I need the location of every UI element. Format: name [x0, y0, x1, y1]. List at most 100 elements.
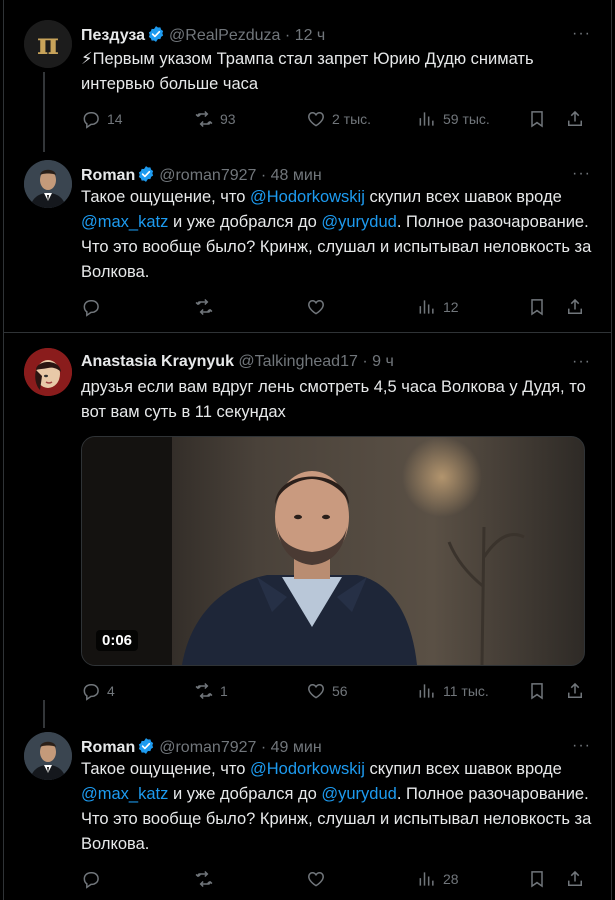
reply-count: 14 [107, 111, 123, 127]
mention-link[interactable]: @Hodorkowskij [250, 760, 365, 778]
tweet-actions: 4 1 56 11 тыс. [81, 681, 597, 703]
more-options-icon[interactable]: ··· [572, 165, 591, 183]
avatar-pezduza[interactable]: п [24, 20, 72, 68]
author-name[interactable]: Roman [81, 167, 135, 184]
retweet-count: 93 [220, 111, 236, 127]
retweet-icon [195, 110, 213, 128]
author-name[interactable]: Roman [81, 739, 135, 756]
views-icon [419, 683, 434, 699]
bookmark-icon [531, 299, 543, 315]
author-handle[interactable]: @roman7927 [159, 167, 256, 184]
views-icon [419, 111, 434, 127]
tweet-time[interactable]: 49 мин [271, 739, 322, 756]
reply-button[interactable] [81, 869, 101, 889]
reply-icon [83, 684, 99, 701]
mention-link[interactable]: @yurydud [321, 213, 396, 231]
tweet-time[interactable]: 9 ч [372, 353, 394, 370]
text-segment: скупил всех шавок вроде [364, 760, 562, 778]
tweet-time[interactable]: 48 мин [271, 167, 322, 184]
views-button[interactable]: 11 тыс. [417, 681, 489, 701]
retweet-button[interactable] [194, 869, 214, 889]
tweet-header: Roman @roman7927 · 49 мин ··· [81, 737, 601, 757]
verified-badge-icon [138, 737, 155, 755]
share-button[interactable] [565, 681, 585, 701]
retweet-button[interactable]: 1 [194, 681, 228, 701]
more-options-icon[interactable]: ··· [572, 737, 591, 755]
like-button[interactable]: 56 [306, 681, 348, 701]
author-handle[interactable]: @roman7927 [159, 739, 256, 756]
separator-dot: · [284, 27, 291, 44]
bookmark-button[interactable] [527, 681, 547, 701]
share-icon [568, 683, 582, 698]
roman-avatar-icon [24, 732, 72, 780]
text-segment: и уже добрался до [168, 785, 322, 803]
share-icon [568, 871, 582, 886]
timeline-right-border [611, 0, 612, 900]
bookmark-button[interactable] [527, 869, 547, 889]
text-segment: Такое ощущение, что [81, 188, 251, 206]
mention-link[interactable]: @max_katz [81, 785, 168, 803]
bookmark-button[interactable] [527, 109, 547, 129]
author-name[interactable]: Anastasia Kraynyuk [81, 353, 234, 370]
tweet-actions: 28 [81, 869, 597, 891]
retweet-icon [195, 298, 213, 316]
avatar-roman[interactable] [24, 732, 72, 780]
bookmark-button[interactable] [527, 297, 547, 317]
like-icon [308, 300, 324, 315]
tweet-text: друзья если вам вдруг лень смотреть 4,5 … [81, 378, 586, 421]
retweet-button[interactable] [194, 297, 214, 317]
views-button[interactable]: 12 [417, 297, 459, 317]
reply-button[interactable]: 14 [81, 109, 123, 129]
mention-link[interactable]: @yurydud [321, 785, 396, 803]
more-options-icon[interactable]: ··· [572, 25, 591, 43]
separator-dot: · [260, 167, 267, 184]
tweet-divider [4, 332, 611, 333]
bookmark-icon [531, 871, 543, 887]
like-count: 2 тыс. [332, 111, 372, 127]
tweet-pezduza[interactable]: п Пездуза @RealPezduza · 12 ч ··· ⚡Первым… [4, 20, 611, 155]
views-count: 12 [443, 299, 459, 315]
reply-icon [83, 872, 99, 889]
svg-text:п: п [37, 27, 59, 62]
like-icon [308, 684, 324, 699]
like-button[interactable]: 2 тыс. [306, 109, 371, 129]
share-button[interactable] [565, 109, 585, 129]
text-segment: Такое ощущение, что [81, 760, 251, 778]
like-button[interactable] [306, 297, 326, 317]
views-icon [419, 299, 434, 315]
mention-link[interactable]: @Hodorkowskij [250, 188, 365, 206]
avatar-anastasia[interactable] [24, 348, 72, 396]
retweet-count: 1 [220, 683, 228, 699]
retweet-button[interactable]: 93 [194, 109, 236, 129]
share-button[interactable] [565, 869, 585, 889]
share-icon [568, 111, 582, 126]
author-name[interactable]: Пездуза [81, 27, 145, 44]
tweet-roman-1[interactable]: Roman @roman7927 · 48 мин ··· Такое ощуще… [4, 160, 611, 325]
reply-button[interactable]: 4 [81, 681, 115, 701]
separator-dot: · [260, 739, 267, 756]
author-handle[interactable]: @RealPezduza [169, 27, 280, 44]
video-player[interactable]: 0:06 [81, 436, 585, 666]
views-count: 11 тыс. [443, 683, 489, 699]
tweet-text: Такое ощущение, что @Hodorkowskij скупил… [81, 757, 597, 857]
reply-icon [83, 300, 99, 317]
tweet-roman-2[interactable]: Roman @roman7927 · 49 мин ··· Такое ощуще… [4, 732, 611, 900]
like-button[interactable] [306, 869, 326, 889]
views-button[interactable]: 28 [417, 869, 459, 889]
reply-button[interactable] [81, 297, 101, 317]
tweet-header: Пездуза @RealPezduza · 12 ч ··· [81, 25, 601, 45]
tweet-time[interactable]: 12 ч [295, 27, 326, 44]
views-count: 28 [443, 871, 459, 887]
share-icon [568, 299, 582, 314]
more-options-icon[interactable]: ··· [572, 353, 591, 371]
author-handle[interactable]: @Talkinghead17 [238, 353, 357, 370]
avatar-roman[interactable] [24, 160, 72, 208]
retweet-icon [195, 682, 213, 700]
text-segment: и уже добрался до [168, 213, 322, 231]
tweet-text: Такое ощущение, что @Hodorkowskij скупил… [81, 185, 597, 285]
video-duration: 0:06 [96, 630, 139, 651]
views-button[interactable]: 59 тыс. [417, 109, 490, 129]
tweet-actions: 14 93 2 тыс. 59 тыс. [81, 109, 597, 131]
share-button[interactable] [565, 297, 585, 317]
mention-link[interactable]: @max_katz [81, 213, 168, 231]
